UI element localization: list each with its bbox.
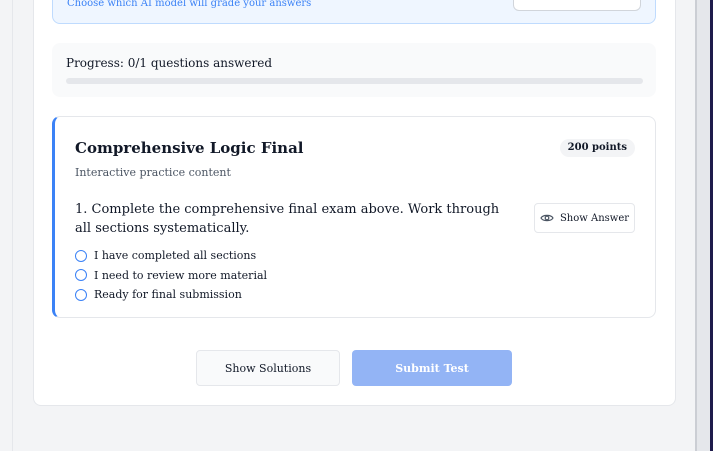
radio-button[interactable] <box>75 269 87 282</box>
eye-icon <box>540 214 554 222</box>
answer-options: I have completed all sections I need to … <box>75 246 267 305</box>
option-label: I need to review more material <box>94 268 268 282</box>
answer-option[interactable]: Ready for final submission <box>75 285 267 305</box>
option-label: I have completed all sections <box>94 249 257 263</box>
model-selector-panel: Choose which AI model will grade your an… <box>52 0 656 24</box>
answer-option[interactable]: I need to review more material <box>75 266 267 286</box>
model-select-dropdown[interactable] <box>513 0 641 11</box>
option-label: Ready for final submission <box>94 288 242 302</box>
show-answer-button[interactable]: Show Answer <box>534 203 635 233</box>
submit-test-button[interactable]: Submit Test <box>352 350 512 386</box>
points-badge: 200 points <box>559 139 635 157</box>
progress-panel: Progress: 0/1 questions answered <box>52 43 656 97</box>
scrollbar-thumb[interactable] <box>695 0 697 451</box>
question-subtitle: Interactive practice content <box>75 166 231 179</box>
show-answer-label: Show Answer <box>559 212 630 224</box>
question-text: 1. Complete the comprehensive final exam… <box>75 202 500 236</box>
progress-bar <box>66 78 643 84</box>
progress-label: Progress: 0/1 questions answered <box>66 56 273 70</box>
radio-button[interactable] <box>75 249 87 262</box>
radio-button[interactable] <box>75 288 87 301</box>
show-solutions-button[interactable]: Show Solutions <box>196 350 340 386</box>
question-title: Comprehensive Logic Final <box>75 139 304 157</box>
question-card: Comprehensive Logic Final 200 points Int… <box>52 116 656 318</box>
answer-option[interactable]: I have completed all sections <box>75 246 267 266</box>
page-left-border <box>12 0 13 451</box>
model-selector-hint: Choose which AI model will grade your an… <box>67 0 312 9</box>
